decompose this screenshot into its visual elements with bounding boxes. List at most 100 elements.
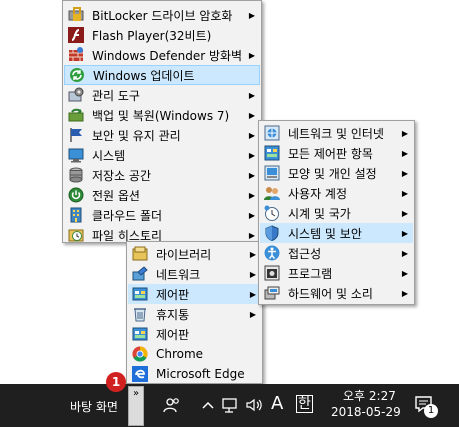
control-panel-submenu: 네트워크 및 인터넷 ▶ 모든 제어판 항목 ▶ 모양 및 개인 설정 ▶ 사용… — [258, 120, 415, 305]
menu-item-label: 시스템 — [92, 148, 126, 163]
system-security-icon — [264, 225, 280, 242]
chevron-right-icon: ▶ — [248, 210, 256, 220]
menu-item-label: 제어판 — [156, 327, 190, 342]
menu-item-label: 관리 도구 — [92, 88, 140, 103]
toolbar-item-network[interactable]: 네트워크 ▶ — [128, 264, 261, 284]
chevron-right-icon: ▶ — [401, 248, 409, 258]
ime-hangul-indicator[interactable]: 한 — [296, 395, 313, 413]
volume-icon[interactable] — [245, 396, 262, 412]
appearance-icon — [264, 165, 280, 181]
menu-item-label: 모양 및 개인 설정 — [288, 166, 377, 181]
menu-item-firewall[interactable]: Windows Defender 방화벽 ▶ — [64, 45, 260, 65]
cp-item-user-accounts[interactable]: 사용자 계정 ▶ — [260, 183, 413, 203]
clock-date[interactable]: 2018-05-29 — [331, 405, 401, 419]
menu-item-label: Windows Defender 방화벽 — [92, 48, 243, 63]
chevron-right-icon: ▶ — [248, 90, 256, 100]
menu-item-label: 네트워크 및 인터넷 — [288, 126, 384, 141]
desktop-toolbar-label[interactable]: 바탕 화면 — [70, 398, 118, 415]
chevron-right-icon: ▶ — [248, 50, 256, 60]
menu-item-label: 백업 및 복원(Windows 7) — [92, 108, 230, 123]
clock-time[interactable]: 오후 2:27 — [343, 387, 396, 404]
ease-of-access-icon — [264, 245, 280, 261]
chevron-right-icon: ▶ — [249, 309, 257, 319]
chrome-icon — [132, 346, 148, 362]
menu-item-backup-restore[interactable]: 백업 및 복원(Windows 7) ▶ — [64, 105, 260, 125]
chevron-right-icon: ▶ — [248, 190, 256, 200]
toolbar-item-control-panel[interactable]: 제어판 ▶ — [128, 284, 261, 304]
chevron-right-icon: ▶ — [248, 230, 256, 240]
recycle-bin-icon — [132, 306, 148, 322]
menu-item-label: 모든 제어판 항목 — [288, 146, 373, 161]
network-internet-icon — [264, 125, 280, 141]
menu-item-label: Flash Player(32비트) — [92, 28, 212, 43]
menu-item-label: Chrome — [156, 347, 204, 361]
chevron-right-icon: ▶ — [401, 168, 409, 178]
people-icon[interactable] — [163, 396, 179, 413]
menu-item-security-maintenance[interactable]: 보안 및 유지 관리 ▶ — [64, 125, 260, 145]
cp-item-ease-of-access[interactable]: 접근성 ▶ — [260, 243, 413, 263]
menu-item-label: 제어판 — [156, 287, 190, 302]
toolbar-item-chrome[interactable]: Chrome — [128, 344, 261, 364]
backup-restore-icon — [68, 107, 84, 123]
power-options-icon — [68, 187, 84, 203]
toolbar-chevron-button[interactable]: » — [128, 386, 144, 426]
main-context-menu: BitLocker 드라이브 암호화 ▶ Flash Player(32비트) … — [62, 0, 262, 243]
ime-mode-letter[interactable]: A — [271, 393, 283, 414]
chevron-right-icon: ▶ — [401, 268, 409, 278]
menu-item-storage-spaces[interactable]: 저장소 공간 ▶ — [64, 165, 260, 185]
chevron-right-icon: ▶ — [248, 170, 256, 180]
security-maintenance-icon — [68, 127, 84, 143]
cp-item-all-items[interactable]: 모든 제어판 항목 ▶ — [260, 143, 413, 163]
toolbar-item-edge[interactable]: Microsoft Edge — [128, 364, 261, 384]
notification-count-badge: 1 — [424, 404, 438, 418]
storage-spaces-icon — [68, 167, 84, 183]
chevron-right-icon: ▶ — [248, 110, 256, 120]
toolbar-item-libraries[interactable]: 라이브러리 ▶ — [128, 244, 261, 264]
cp-item-network-internet[interactable]: 네트워크 및 인터넷 ▶ — [260, 123, 413, 143]
toolbar-item-control-panel-shortcut[interactable]: 제어판 — [128, 324, 261, 344]
all-control-panel-icon — [264, 145, 280, 161]
bitlocker-icon — [68, 7, 84, 23]
menu-item-label: Microsoft Edge — [156, 367, 245, 381]
network-icon — [132, 266, 148, 282]
file-history-icon — [68, 227, 84, 243]
chevron-right-icon: ▶ — [401, 228, 409, 238]
network-tray-icon[interactable] — [221, 396, 237, 413]
menu-item-label: 클라우드 폴더 — [92, 208, 163, 223]
programs-icon — [264, 265, 280, 281]
cp-item-system-security[interactable]: 시스템 및 보안 ▶ — [260, 223, 413, 243]
chevron-right-icon: ▶ — [248, 10, 256, 20]
menu-item-label: 접근성 — [288, 246, 322, 261]
menu-item-bitlocker[interactable]: BitLocker 드라이브 암호화 ▶ — [64, 5, 260, 25]
chevron-right-icon: ▶ — [248, 150, 256, 160]
step-number-badge: 1 — [106, 372, 126, 392]
menu-item-label: Windows 업데이트 — [93, 68, 195, 83]
menu-item-system[interactable]: 시스템 ▶ — [64, 145, 260, 165]
windows-update-icon — [69, 67, 85, 83]
toolbar-menu: 라이브러리 ▶ 네트워크 ▶ 제어판 ▶ 휴지통 ▶ 제어판 Chrome Mi… — [126, 241, 263, 384]
toolbar-item-recycle-bin[interactable]: 휴지통 ▶ — [128, 304, 261, 324]
menu-item-label: 시스템 및 보안 — [288, 226, 362, 241]
edge-icon — [132, 366, 148, 382]
chevron-up-icon[interactable] — [200, 397, 216, 413]
chevron-right-icon: ▶ — [401, 148, 409, 158]
menu-item-windows-update[interactable]: Windows 업데이트 — [64, 65, 260, 85]
control-panel-icon — [132, 326, 148, 342]
menu-item-label: 저장소 공간 — [92, 168, 152, 183]
chevron-right-icon: ▶ — [401, 288, 409, 298]
cp-item-clock-region[interactable]: 시계 및 국가 ▶ — [260, 203, 413, 223]
cp-item-programs[interactable]: 프로그램 ▶ — [260, 263, 413, 283]
menu-item-label: 전원 옵션 — [92, 188, 140, 203]
cp-item-appearance[interactable]: 모양 및 개인 설정 ▶ — [260, 163, 413, 183]
menu-item-flash-player[interactable]: Flash Player(32비트) — [64, 25, 260, 45]
menu-item-label: 하드웨어 및 소리 — [288, 286, 373, 301]
menu-item-power-options[interactable]: 전원 옵션 ▶ — [64, 185, 260, 205]
menu-item-label: 네트워크 — [156, 267, 201, 282]
admin-tools-icon — [68, 87, 84, 103]
menu-item-admin-tools[interactable]: 관리 도구 ▶ — [64, 85, 260, 105]
cp-item-hardware-sound[interactable]: 하드웨어 및 소리 ▶ — [260, 283, 413, 303]
chevron-right-icon: ▶ — [248, 130, 256, 140]
system-icon — [68, 147, 84, 163]
menu-item-label: 보안 및 유지 관리 — [92, 128, 181, 143]
menu-item-work-folders[interactable]: 클라우드 폴더 ▶ — [64, 205, 260, 225]
